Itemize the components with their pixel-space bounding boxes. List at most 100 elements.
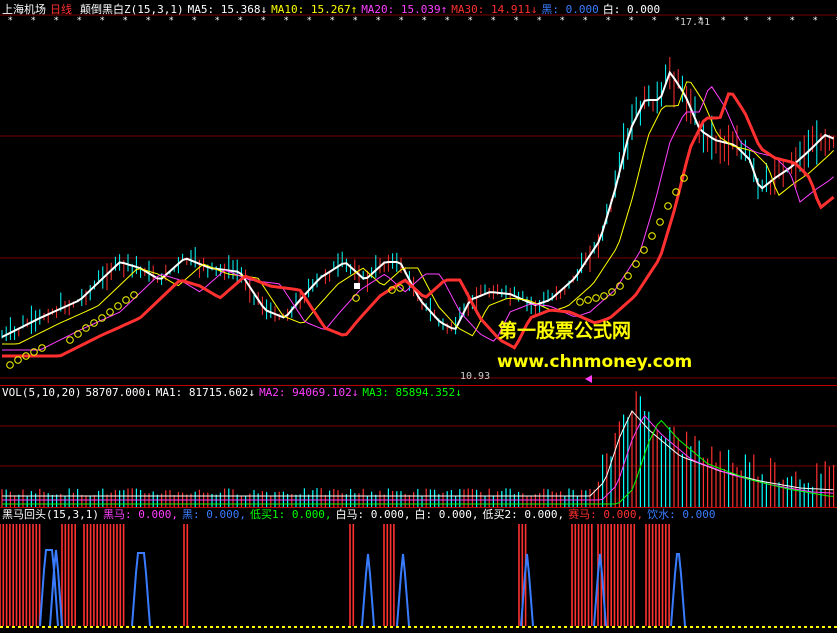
baima-value: 白马: 0.000, — [335, 508, 411, 521]
star-marker: * — [445, 16, 450, 26]
price-panel-header: 上海机场 日线 颠倒黑白Z(15,3,1) MA5: 15.368↓ MA10: 15.… — [2, 3, 664, 17]
cursor-marker — [585, 375, 592, 383]
signal-chart[interactable] — [0, 508, 837, 633]
signal-circle — [6, 361, 14, 369]
indicator-name: 颠倒黑白Z(15,3,1) — [80, 3, 184, 16]
star-marker: * — [744, 16, 749, 26]
ma10-line — [2, 81, 834, 345]
signal-circle — [648, 232, 656, 240]
star-marker: * — [629, 16, 634, 26]
signal-circle — [592, 294, 600, 302]
signal-circle — [640, 246, 648, 254]
signal-circle — [106, 308, 114, 316]
ma5-value: MA5: 15.368↓ — [187, 3, 268, 16]
star-marker: * — [399, 16, 404, 26]
signal-circle — [122, 296, 130, 304]
signal-circle — [656, 218, 664, 226]
star-marker: * — [169, 16, 174, 26]
signal-circle — [130, 291, 138, 299]
signal-circle — [114, 302, 122, 310]
ma30-value: MA30: 14.911↓ — [451, 3, 538, 16]
ma20-line — [2, 86, 834, 351]
star-marker: * — [376, 16, 381, 26]
volume-header: VOL(5,10,20) 58707.000↓ MA1: 81715.602↓ MA2… — [2, 386, 466, 400]
signal-circle — [66, 336, 74, 344]
star-marker: * — [767, 16, 772, 26]
star-marker: * — [100, 16, 105, 26]
signal-circle — [632, 260, 640, 268]
signal-circle — [624, 272, 632, 280]
saima-value: 赛马: 0.000, — [568, 508, 644, 521]
star-marker: * — [721, 16, 726, 26]
star-marker: * — [606, 16, 611, 26]
watermark-url: www.chnmoney.com — [497, 352, 693, 372]
heima-value: 黑马: 0.000, — [102, 508, 178, 521]
star-marker: * — [422, 16, 427, 26]
yinshui-value: 饮水: 0.000 — [647, 508, 716, 521]
signal-circle — [14, 356, 22, 364]
signal-circle — [352, 294, 360, 302]
sub-bai-value: 白: 0.000, — [414, 508, 479, 521]
signal-circle — [74, 330, 82, 338]
star-marker: * — [583, 16, 588, 26]
star-marker: * — [284, 16, 289, 26]
yinshui-line — [396, 553, 410, 627]
star-marker: * — [560, 16, 565, 26]
yinshui-line — [131, 552, 151, 627]
ma5-line — [1, 70, 834, 338]
signal-circle — [584, 296, 592, 304]
ma10-value: MA10: 15.267↑ — [271, 3, 358, 16]
signal-circle — [664, 202, 672, 210]
star-marker: * — [468, 16, 473, 26]
dimai1-value: 低买1: 0.000, — [249, 508, 332, 521]
yinshui-line — [670, 553, 686, 627]
volume-panel[interactable]: VOL(5,10,20) 58707.000↓ MA1: 81715.602↓ MA2… — [0, 386, 837, 507]
period-label: 日线 — [50, 3, 72, 16]
low-price-label: 10.93 — [460, 371, 491, 382]
star-marker: * — [123, 16, 128, 26]
watermark-title: 第一股票公式网 — [498, 320, 632, 342]
star-marker: * — [652, 16, 657, 26]
star-marker: * — [307, 16, 312, 26]
price-chart-panel[interactable]: 上海机场 日线 颠倒黑白Z(15,3,1) MA5: 15.368↓ MA10: 15.… — [0, 0, 837, 385]
vol-ma2: MA2: 94069.102↓ — [259, 386, 359, 399]
vol-value: 58707.000↓ — [85, 386, 152, 399]
star-marker: * — [330, 16, 335, 26]
high-price-label: 17.41 — [680, 17, 711, 28]
indicator-panel[interactable]: 黑马回头(15,3,1) 黑马: 0.000, 黑: 0.000, 低买1: 0.00… — [0, 508, 837, 633]
volume-chart[interactable] — [0, 386, 837, 507]
star-marker: * — [813, 16, 818, 26]
vol-ma1-line — [2, 410, 834, 497]
hei-value: 黑: 0.000 — [541, 3, 599, 16]
yinshui-line — [361, 553, 375, 627]
star-marker: * — [8, 16, 13, 26]
sub-hei-value: 黑: 0.000, — [181, 508, 246, 521]
vol-ma2-line — [2, 414, 834, 501]
star-marker: * — [77, 16, 82, 26]
dimai2-value: 低买2: 0.000, — [482, 508, 565, 521]
star-marker: * — [790, 16, 795, 26]
star-marker: * — [192, 16, 197, 26]
indicator-header: 黑马回头(15,3,1) 黑马: 0.000, 黑: 0.000, 低买1: 0.00… — [2, 508, 719, 522]
sub-name: 黑马回头(15,3,1) — [2, 508, 99, 521]
ma30-line — [2, 92, 835, 358]
star-marker: * — [54, 16, 59, 26]
star-marker: * — [146, 16, 151, 26]
signal-circle — [576, 298, 584, 306]
star-marker: * — [514, 16, 519, 26]
vol-ma3: MA3: 85894.352↓ — [362, 386, 462, 399]
marker-square — [354, 283, 360, 289]
star-marker: * — [31, 16, 36, 26]
star-marker: * — [215, 16, 220, 26]
star-marker: * — [491, 16, 496, 26]
bai-value: 白: 0.000 — [602, 3, 661, 16]
star-marker: * — [537, 16, 542, 26]
vol-ma1: MA1: 81715.602↓ — [155, 386, 256, 399]
stock-name: 上海机场 — [2, 3, 46, 16]
star-marker: * — [353, 16, 358, 26]
ma20-value: MA20: 15.039↑ — [361, 3, 448, 16]
signal-circle — [600, 292, 608, 300]
price-chart[interactable]: ************************************* — [0, 0, 837, 385]
star-marker: * — [261, 16, 266, 26]
star-marker: * — [238, 16, 243, 26]
